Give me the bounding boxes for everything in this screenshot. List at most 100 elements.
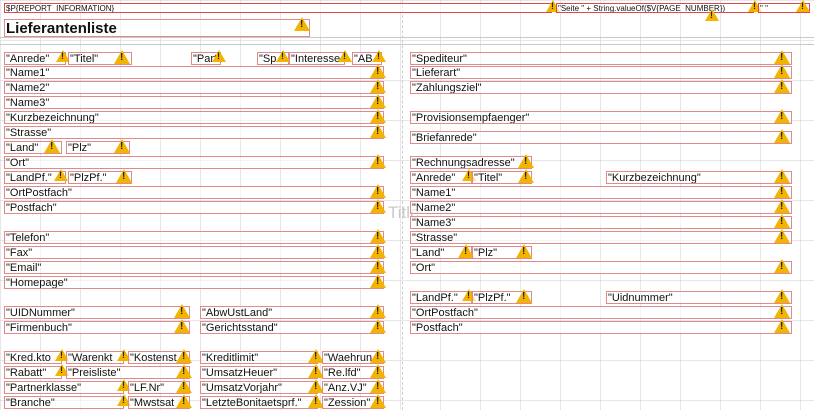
warning-icon: [774, 229, 790, 243]
warning-icon: [370, 184, 386, 198]
warning-icon: [774, 199, 790, 213]
warning-icon: [370, 229, 386, 243]
warning-icon: [370, 379, 386, 393]
field-kreditlimit[interactable]: "Kreditlimit": [200, 351, 318, 364]
warning-icon: [774, 129, 790, 143]
field-re-postfach[interactable]: "Postfach": [410, 321, 792, 334]
warning-icon: [176, 379, 192, 393]
warning-icon: [116, 169, 132, 183]
warning-icon: [370, 64, 386, 78]
report-information-field[interactable]: $P{REPORT_INFORMATION}: [4, 3, 552, 13]
report-title[interactable]: Lieferantenliste: [4, 19, 310, 37]
field-gerichtsstand[interactable]: "Gerichtsstand": [200, 321, 384, 334]
warning-icon: [774, 289, 790, 303]
warning-icon: [338, 50, 352, 62]
warning-icon: [370, 259, 386, 273]
warning-icon: [774, 214, 790, 228]
field-partnerklasse[interactable]: "Partnerklasse": [4, 381, 124, 394]
warning-icon: [774, 184, 790, 198]
field-re-ortpostfach[interactable]: "OrtPostfach": [410, 306, 792, 319]
warning-icon: [212, 50, 226, 62]
field-branche[interactable]: "Branche": [4, 396, 124, 409]
warning-icon: [370, 79, 386, 93]
field-preisliste[interactable]: "Preisliste": [66, 366, 190, 379]
warning-icon: [370, 94, 386, 108]
warning-icon: [518, 154, 534, 168]
warning-icon: [176, 349, 192, 363]
warning-icon: [370, 274, 386, 288]
field-rechnungsadresse[interactable]: "Rechnungsadresse": [410, 156, 532, 169]
field-firmenbuch[interactable]: "Firmenbuch": [4, 321, 190, 334]
warning-icon: [370, 304, 386, 318]
field-interesse[interactable]: "Interesse: [289, 52, 345, 65]
warning-icon: [176, 394, 192, 408]
warning-icon: [774, 304, 790, 318]
field-re-name3[interactable]: "Name3": [410, 216, 792, 229]
field-provisionsempfaenger[interactable]: "Provisionsempfaenger": [410, 111, 792, 124]
warning-icon: [370, 349, 386, 363]
warning-icon: [518, 169, 534, 183]
field-briefanrede[interactable]: "Briefanrede": [410, 131, 792, 144]
field-umsatzvorjahr[interactable]: "UmsatzVorjahr": [200, 381, 318, 394]
field-abwustland[interactable]: "AbwUstLand": [200, 306, 384, 319]
field-lieferart[interactable]: "Lieferart": [410, 66, 792, 79]
warning-icon: [176, 364, 192, 378]
warning-icon: [370, 109, 386, 123]
field-re-strasse[interactable]: "Strasse": [410, 231, 792, 244]
warning-icon: [370, 199, 386, 213]
warning-icon: [174, 304, 190, 318]
field-ort[interactable]: "Ort": [4, 156, 384, 169]
warning-icon: [294, 17, 310, 31]
field-re-ort[interactable]: "Ort": [410, 261, 792, 274]
field-uidnummer[interactable]: "UIDNummer": [4, 306, 190, 319]
field-email[interactable]: "Email": [4, 261, 384, 274]
warning-icon: [774, 109, 790, 123]
page-number-field[interactable]: "Seite " + String.valueOf($V{PAGE_NUMBER…: [556, 3, 754, 13]
field-ortpostfach[interactable]: "OrtPostfach": [4, 186, 384, 199]
field-kredkto[interactable]: "Kred.kto: [4, 351, 62, 364]
warning-icon: [370, 394, 386, 408]
warning-icon: [774, 64, 790, 78]
warning-icon: [516, 244, 532, 258]
field-homepage[interactable]: "Homepage": [4, 276, 384, 289]
field-fax[interactable]: "Fax": [4, 246, 384, 259]
warning-icon: [370, 154, 386, 168]
field-letztebonitaetsprf[interactable]: "LetzteBonitaetsprf.": [200, 396, 318, 409]
warning-icon: [372, 50, 386, 62]
warning-icon: [370, 364, 386, 378]
field-telefon[interactable]: "Telefon": [4, 231, 384, 244]
field-warenkt[interactable]: "Warenkt: [66, 351, 124, 364]
band-separator: [0, 44, 814, 45]
field-zahlungsziel[interactable]: "Zahlungsziel": [410, 81, 792, 94]
warning-icon: [44, 139, 60, 153]
field-re-kurzbezeichnung[interactable]: "Kurzbezeichnung": [606, 171, 792, 184]
warning-icon: [774, 169, 790, 183]
warning-icon: [370, 244, 386, 258]
field-name1[interactable]: "Name1": [4, 66, 384, 79]
warning-icon: [796, 0, 810, 12]
field-umsatzheuer[interactable]: "UmsatzHeuer": [200, 366, 318, 379]
warning-icon: [370, 319, 386, 333]
field-name3[interactable]: "Name3": [4, 96, 384, 109]
report-design-canvas[interactable]: $P{REPORT_INFORMATION} "Seite " + String…: [0, 0, 814, 410]
field-strasse[interactable]: "Strasse": [4, 126, 384, 139]
warning-icon: [774, 50, 790, 64]
warning-icon: [774, 79, 790, 93]
warning-icon: [370, 124, 386, 138]
field-name2[interactable]: "Name2": [4, 81, 384, 94]
warning-icon: [774, 259, 790, 273]
field-re-name1[interactable]: "Name1": [410, 186, 792, 199]
warning-icon: [114, 139, 130, 153]
field-rabatt[interactable]: "Rabatt": [4, 366, 62, 379]
warning-icon: [114, 50, 130, 64]
warning-icon: [54, 169, 68, 181]
field-kurzbezeichnung[interactable]: "Kurzbezeichnung": [4, 111, 384, 124]
warning-icon: [516, 289, 532, 303]
warning-icon: [774, 319, 790, 333]
field-re-name2[interactable]: "Name2": [410, 201, 792, 214]
field-postfach[interactable]: "Postfach": [4, 201, 384, 214]
field-re-uidnummer[interactable]: "Uidnummer": [606, 291, 792, 304]
band-separator: [0, 37, 814, 38]
field-spediteur[interactable]: "Spediteur": [410, 52, 792, 65]
warning-icon: [705, 9, 719, 21]
